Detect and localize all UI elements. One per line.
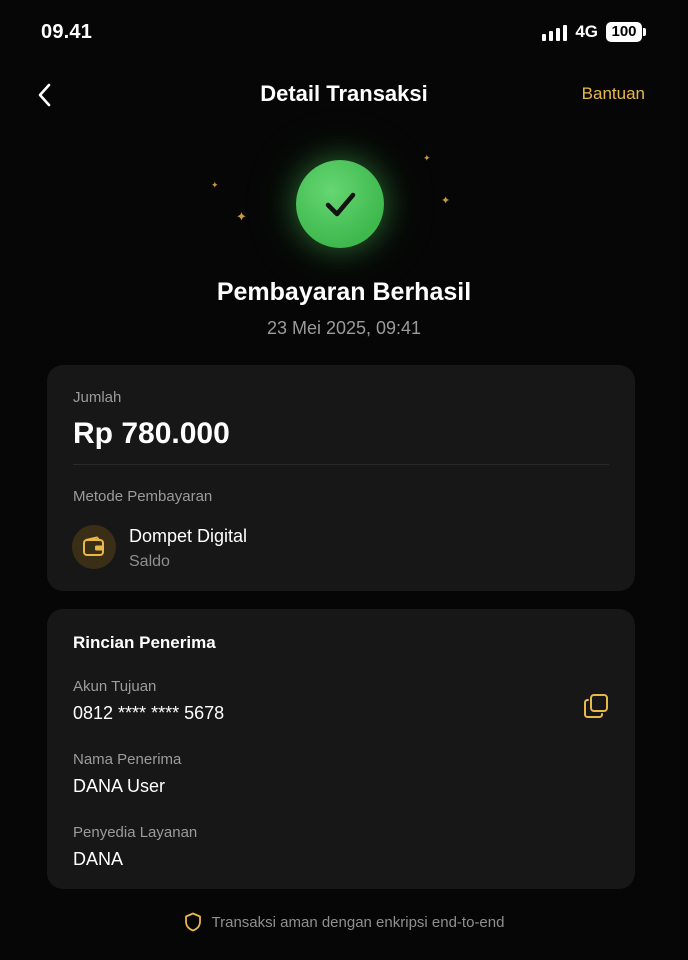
provider-label: Penyedia Layanan (73, 824, 198, 841)
sparkle-icon: ✦ (441, 195, 451, 207)
success-badge (296, 160, 384, 248)
payment-method-name: Dompet Digital (129, 526, 248, 546)
divider (73, 464, 609, 465)
payment-status-title: Pembayaran Berhasil (216, 278, 472, 306)
payment-method-label: Metode Pembayaran (73, 488, 213, 505)
copy-account-button[interactable] (583, 693, 609, 719)
amount-label: Jumlah (73, 389, 122, 406)
sparkle-icon: ✦ (236, 209, 247, 224)
security-note: Transaksi aman dengan enkripsi end-to-en… (0, 912, 688, 932)
sparkle-icon: ✦ (211, 180, 219, 190)
provider-value: DANA (73, 849, 124, 869)
amount-value: Rp 780.000 (73, 417, 230, 450)
wallet-icon-badge (72, 525, 116, 569)
status-bar: 09.41 4G 100 (0, 0, 688, 64)
header: Detail Transaksi Bantuan (0, 70, 688, 118)
status-indicators: 4G 100 (542, 22, 646, 42)
status-time: 09.41 (41, 21, 93, 43)
sparkle-icon: ✦ (423, 153, 431, 163)
help-link[interactable]: Bantuan (582, 84, 645, 104)
battery-icon: 100 (606, 22, 646, 42)
shield-icon (184, 912, 201, 932)
check-icon (325, 192, 356, 217)
battery-level: 100 (606, 22, 642, 42)
security-note-text: Transaksi aman dengan enkripsi end-to-en… (211, 913, 505, 931)
amount-card: Jumlah Rp 780.000 Metode Pembayaran Domp… (47, 365, 635, 591)
success-hero: ✦ ✦ ✦ ✦ Pembayaran Berhasil 23 Mei 2025,… (0, 150, 688, 350)
recipient-name-value: DANA User (73, 776, 166, 796)
recipient-card: Rincian Penerima Akun Tujuan 0812 **** *… (47, 609, 635, 889)
signal-icon (542, 23, 568, 41)
transaction-date: 23 Mei 2025, 09:41 (266, 318, 422, 338)
network-type: 4G (575, 22, 598, 41)
wallet-icon (83, 536, 104, 556)
account-label: Akun Tujuan (73, 678, 157, 695)
recipient-name-label: Nama Penerima (73, 751, 182, 768)
payment-method-source: Saldo (129, 553, 170, 570)
transaction-detail-screen: 09.41 4G 100 Detail Transaksi Bantuan ✦ … (0, 0, 688, 960)
account-value: 0812 **** **** 5678 (73, 703, 225, 723)
copy-icon (584, 694, 608, 718)
recipient-section-title: Rincian Penerima (73, 633, 216, 652)
